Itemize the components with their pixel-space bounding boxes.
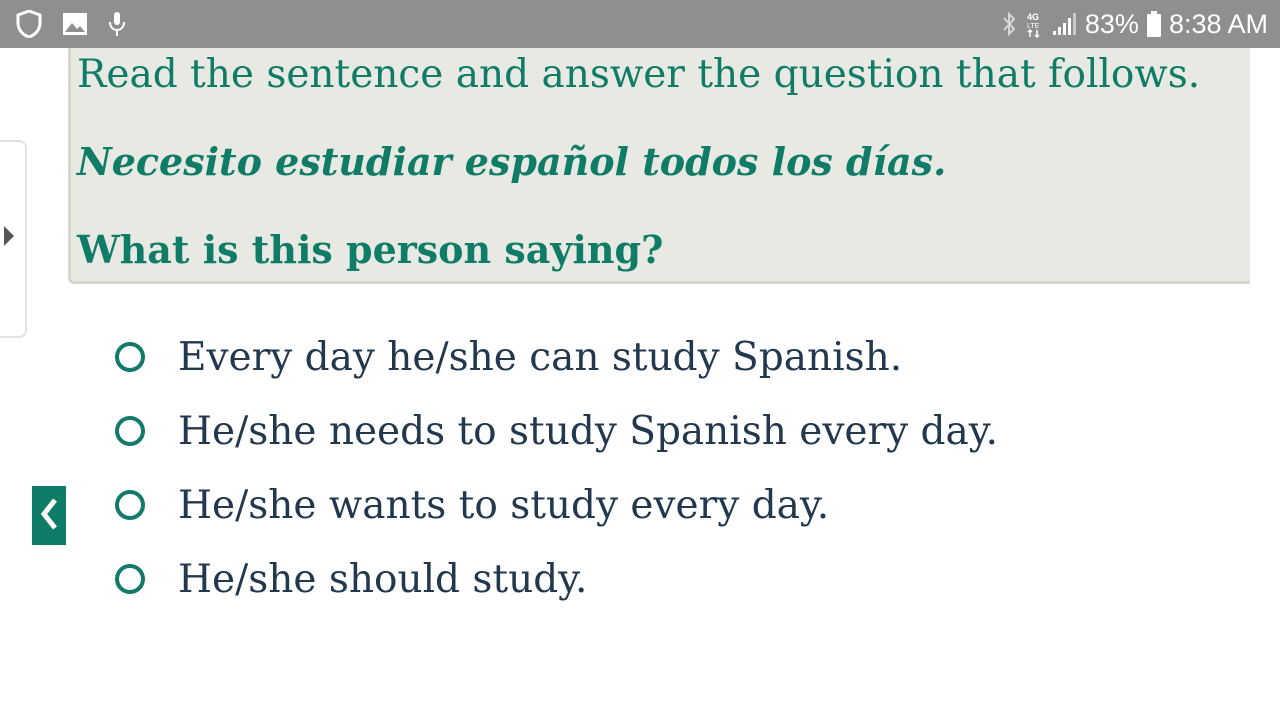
answer-options: Every day he/she can study Spanish. He/s… [112, 320, 998, 616]
answer-option[interactable]: He/she needs to study Spanish every day. [112, 394, 998, 468]
answer-option-label[interactable]: He/she needs to study Spanish every day. [178, 409, 998, 454]
answer-option[interactable]: He/she wants to study every day. [112, 468, 998, 542]
radio-button[interactable] [115, 342, 145, 372]
radio-button[interactable] [115, 564, 145, 594]
answer-option[interactable]: Every day he/she can study Spanish. [112, 320, 998, 394]
status-bar: 4G LTE 83% 8:38 AM [0, 0, 1280, 48]
clock: 8:38 AM [1168, 8, 1268, 39]
signal-icon [1051, 12, 1077, 36]
answer-option-label[interactable]: He/she wants to study every day. [178, 483, 829, 528]
chevron-left-icon [40, 497, 58, 534]
radio-button[interactable] [115, 490, 145, 520]
back-button[interactable] [32, 486, 66, 545]
microphone-icon [108, 11, 126, 37]
battery-icon [1146, 11, 1161, 37]
answer-option-label[interactable]: He/she should study. [178, 557, 587, 602]
status-left-icons [16, 10, 126, 38]
image-icon [62, 12, 88, 36]
bluetooth-icon [1001, 11, 1017, 37]
side-panel-toggle[interactable] [0, 140, 27, 338]
svg-text:LTE: LTE [1027, 23, 1040, 30]
shield-icon [16, 10, 42, 38]
answer-option-label[interactable]: Every day he/she can study Spanish. [178, 335, 902, 380]
battery-percent: 83% [1084, 8, 1139, 39]
spanish-sentence: Necesito estudiar español todos los días… [77, 139, 947, 184]
status-right-area: 4G LTE 83% 8:38 AM [1001, 0, 1268, 48]
answer-option[interactable]: He/she should study. [112, 542, 998, 616]
network-4g-lte-icon: 4G LTE [1025, 10, 1043, 38]
caret-right-icon [4, 226, 14, 250]
radio-button[interactable] [115, 416, 145, 446]
prompt-panel: Read the sentence and answer the questio… [68, 48, 1250, 284]
instruction-text: Read the sentence and answer the questio… [77, 52, 1201, 97]
question-text: What is this person saying? [77, 227, 664, 272]
svg-text:4G: 4G [1027, 12, 1039, 22]
